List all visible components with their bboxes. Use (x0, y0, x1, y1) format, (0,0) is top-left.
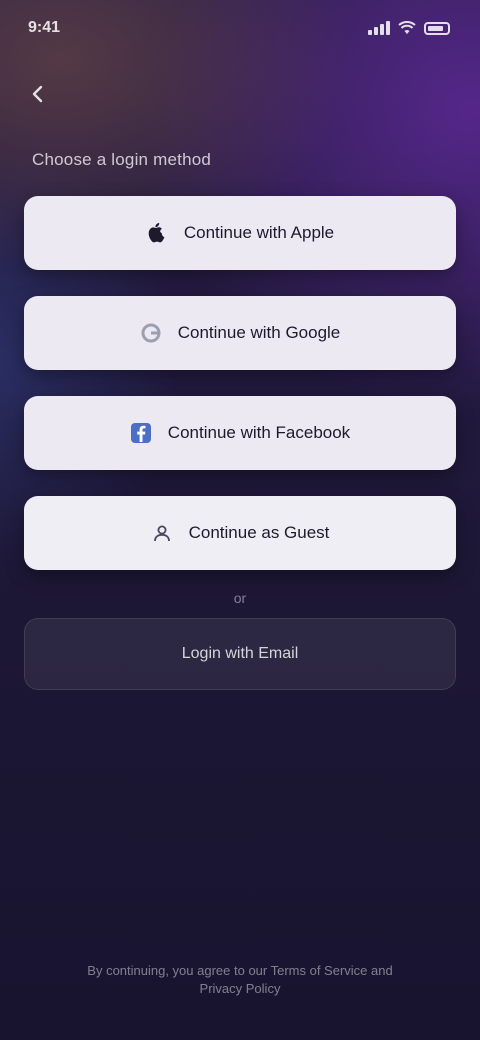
google-login-button[interactable]: Continue with Google (24, 296, 456, 370)
apple-login-button[interactable]: Continue with Apple (24, 196, 456, 270)
google-login-label: Continue with Google (177, 323, 341, 342)
facebook-login-label: Continue with Facebook (167, 423, 351, 442)
apple-icon (146, 222, 168, 244)
login-options-list: Continue with Apple Continue with Google… (24, 196, 456, 570)
status-icons (368, 21, 450, 35)
back-button[interactable] (20, 76, 56, 112)
or-divider: or (233, 590, 247, 606)
google-icon (140, 322, 162, 344)
guest-login-label: Continue as Guest (188, 523, 330, 542)
wifi-icon (398, 21, 416, 34)
arrow-left-icon (32, 85, 43, 103)
guest-icon (151, 522, 173, 544)
signal-icon (368, 21, 390, 35)
email-login-button[interactable]: Login with Email (24, 618, 456, 690)
terms-footer-text: By continuing, you agree to our Terms of… (87, 963, 393, 996)
status-bar: 9:41 (28, 16, 450, 40)
battery-icon (424, 21, 450, 35)
login-screen: { "status_bar": { "time": "9:41" }, "hea… (0, 0, 480, 1040)
status-time: 9:41 (28, 19, 61, 36)
section-title: Choose a login method (32, 150, 212, 169)
facebook-icon (130, 422, 152, 444)
email-login-label: Login with Email (181, 645, 299, 662)
guest-login-button[interactable]: Continue as Guest (24, 496, 456, 570)
facebook-login-button[interactable]: Continue with Facebook (24, 396, 456, 470)
apple-login-label: Continue with Apple (183, 223, 335, 242)
